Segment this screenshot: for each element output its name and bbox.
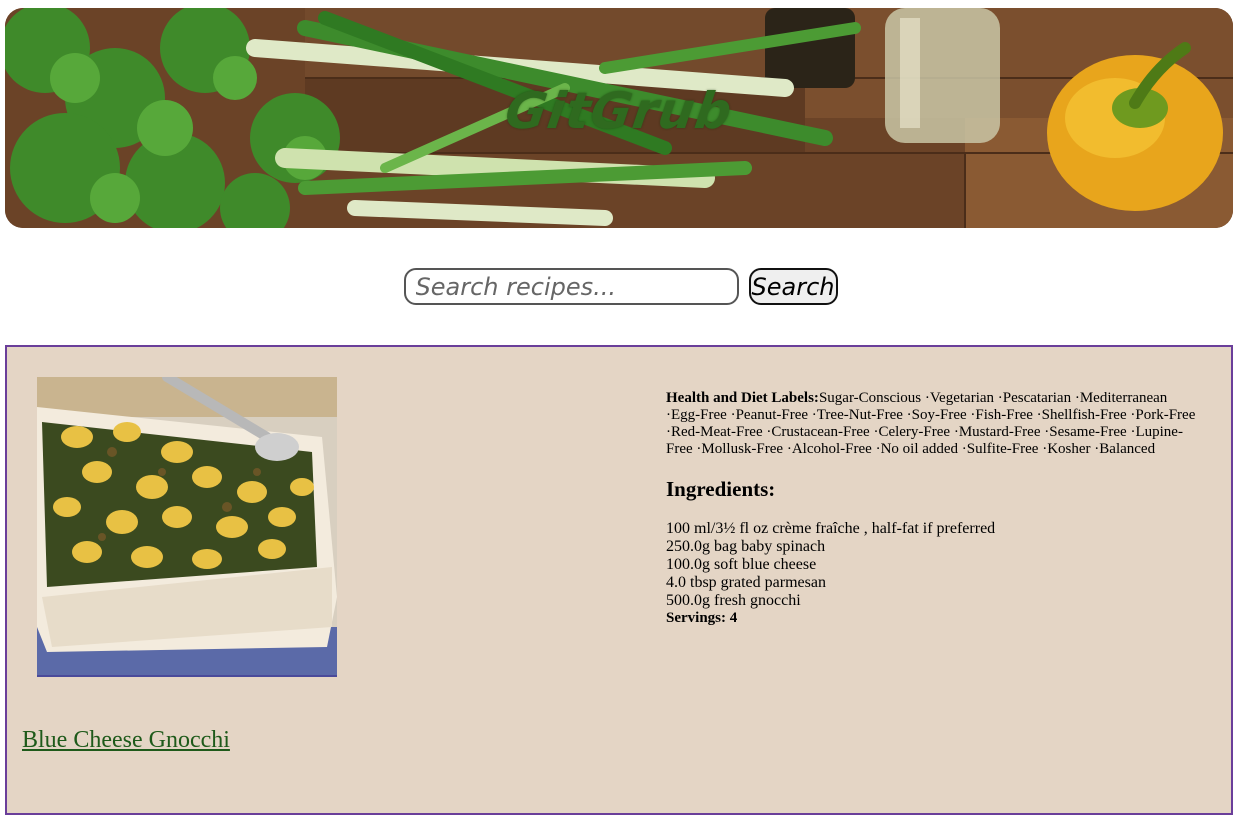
ingredient-item: 4.0 tbsp grated parmesan — [666, 574, 826, 591]
ingredient-item: 100 ml/3½ fl oz crème fraîche , half-fat… — [666, 520, 996, 537]
health-label: Sesame-Free — [1049, 424, 1127, 440]
health-label: Soy-Free — [911, 407, 967, 423]
health-label: Kosher — [1047, 441, 1091, 457]
ingredient-item: 500.0g fresh gnocchi — [666, 592, 801, 609]
ingredient-list: 100 ml/3½ fl oz crème fraîche , half-fat… — [666, 520, 1196, 610]
health-label: Red-Meat-Free — [671, 424, 763, 440]
health-label: Mustard-Free — [958, 424, 1041, 440]
ingredients-heading: Ingredients: — [666, 477, 776, 501]
ingredient-item: 250.0g bag baby spinach — [666, 538, 826, 555]
health-label: Celery-Free — [878, 424, 951, 440]
health-label: Pescatarian — [1002, 390, 1072, 406]
health-label: Alcohol-Free — [791, 441, 872, 457]
health-label: Balanced — [1099, 441, 1156, 457]
recipe-title-link[interactable]: Blue Cheese Gnocchi — [22, 727, 230, 754]
health-labels: Health and Diet Labels:Sugar-Conscious ·… — [666, 390, 1196, 458]
search-input[interactable] — [403, 268, 739, 305]
health-label: Egg-Free — [671, 407, 727, 423]
health-label: Peanut-Free — [735, 407, 809, 423]
health-label: Shellfish-Free — [1041, 407, 1127, 423]
health-label: No oil added — [880, 441, 959, 457]
health-label: Mediterranean — [1079, 390, 1168, 406]
health-label: Crustacean-Free — [771, 424, 870, 440]
servings-text: Servings: 4 — [666, 610, 738, 626]
health-label: Tree-Nut-Free — [816, 407, 903, 423]
health-label: Vegetarian — [929, 390, 995, 406]
brand-logo: GitGrub — [501, 82, 737, 140]
recipe-image[interactable] — [37, 377, 337, 677]
search-bar: Search — [0, 268, 1241, 306]
recipe-card: Blue Cheese Gnocchi Health and Diet Labe… — [5, 345, 1233, 815]
search-button[interactable]: Search — [748, 268, 838, 305]
health-label: Sulfite-Free — [966, 441, 1039, 457]
health-label: Fish-Free — [975, 407, 1033, 423]
recipe-details: Health and Diet Labels:Sugar-Conscious ·… — [666, 390, 1196, 627]
ingredient-item: 100.0g soft blue cheese — [666, 556, 817, 573]
gnocchi-dish-image — [37, 377, 337, 675]
health-label: Mollusk-Free — [701, 441, 784, 457]
header-banner: GitGrub — [5, 8, 1233, 228]
health-label: Sugar-Conscious — [818, 390, 922, 406]
health-label: Pork-Free — [1135, 407, 1196, 423]
health-labels-heading: Health and Diet Labels: — [666, 390, 819, 406]
